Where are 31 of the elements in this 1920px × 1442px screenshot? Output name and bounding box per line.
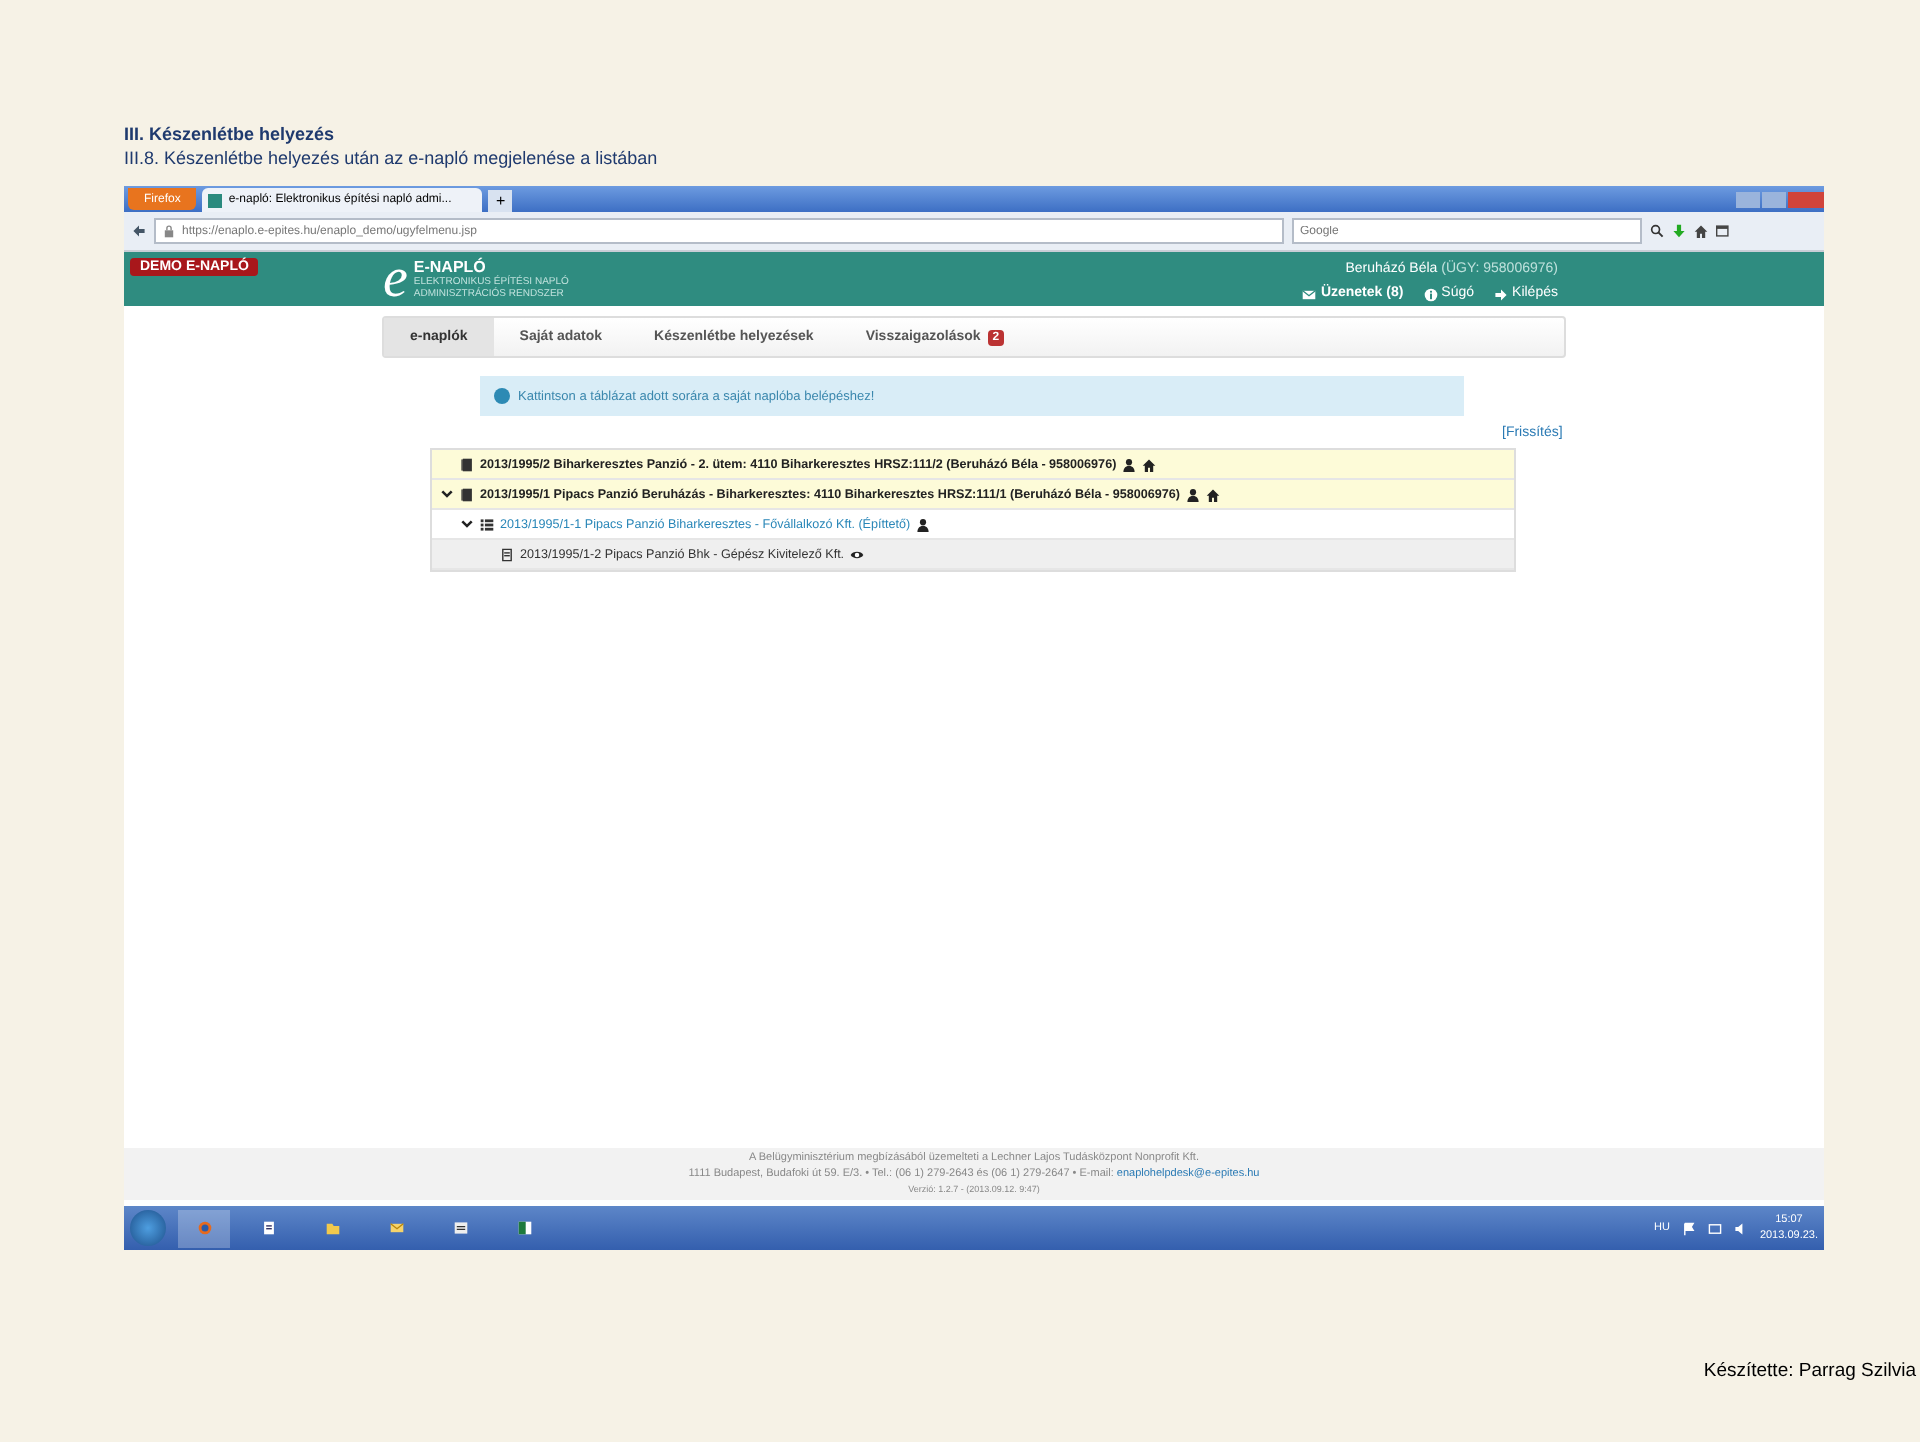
book-icon (460, 487, 474, 501)
chevron-icon[interactable] (440, 487, 454, 501)
person-icon (1122, 457, 1137, 471)
speaker-icon[interactable] (1733, 1221, 1748, 1235)
eye-icon (850, 547, 865, 561)
home-icon[interactable] (1694, 224, 1708, 238)
search-icon[interactable] (1650, 224, 1664, 238)
document-icon (500, 547, 514, 561)
network-icon[interactable] (1707, 1221, 1722, 1235)
logo-title: E-NAPLÓ (413, 258, 488, 276)
window-icon[interactable] (1716, 224, 1730, 238)
home-icon (1206, 487, 1221, 501)
heading: III. Készenlétbe helyezés (124, 122, 337, 146)
new-tab-button[interactable]: + (488, 190, 513, 212)
list-icon (480, 517, 494, 531)
favicon-icon (208, 193, 223, 207)
chevron-icon[interactable] (460, 517, 474, 531)
flag-icon[interactable] (1681, 1221, 1696, 1235)
arrow-icon (1494, 287, 1509, 301)
person-icon (916, 517, 931, 531)
back-arrow-icon[interactable] (132, 224, 146, 238)
start-button[interactable] (130, 1210, 166, 1246)
author-credit: Készítette: Parrag Szilvia (1703, 1360, 1916, 1382)
logo-letter: e (382, 259, 408, 299)
book-icon (460, 457, 474, 471)
subheading: III.8. Készenlétbe helyezés után az e-napló megjelenése a listában (124, 146, 660, 170)
envelope-icon (1302, 287, 1317, 301)
home-icon (1142, 457, 1157, 471)
person-icon (1186, 487, 1201, 501)
download-arrow-icon[interactable] (1672, 224, 1686, 238)
lock-icon (162, 224, 176, 238)
